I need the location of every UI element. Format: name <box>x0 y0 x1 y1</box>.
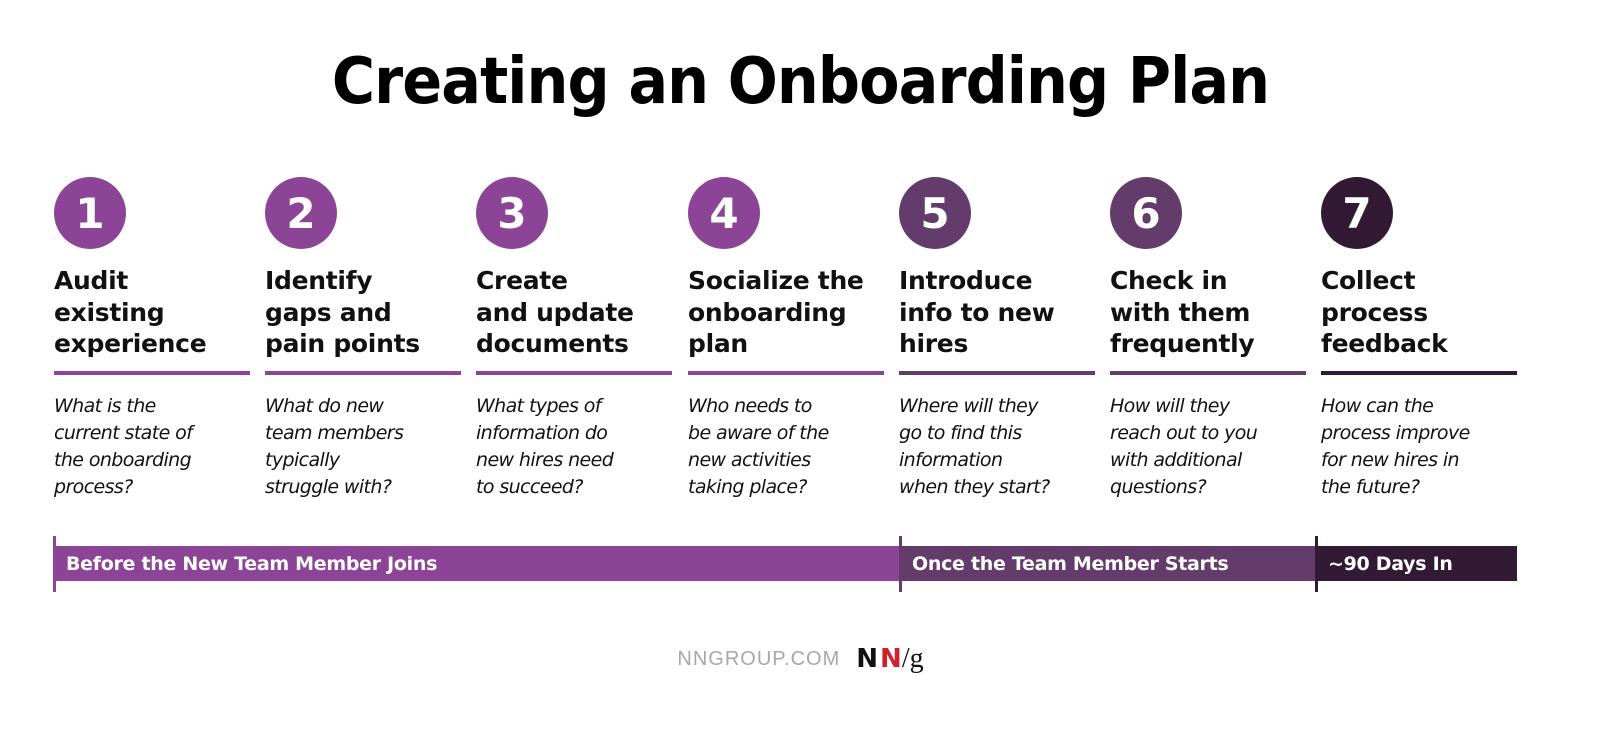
step-number-badge: 7 <box>1321 177 1393 249</box>
step-number-badge: 5 <box>899 177 971 249</box>
step-question: What do new team members typically strug… <box>265 395 404 498</box>
step-7: 7 Collect process feedback How can the p… <box>1321 177 1521 501</box>
step-heading: Socialize the onboarding plan <box>688 266 864 358</box>
footer: NNGROUP.COM N N /g <box>0 643 1601 675</box>
step-heading: Identify gaps and pain points <box>265 266 420 358</box>
step-question: How will they reach out to you with addi… <box>1110 395 1258 498</box>
logo-letter-n: N <box>856 644 879 674</box>
phase-start-tick <box>1315 536 1318 592</box>
phase-start-tick <box>899 536 902 592</box>
step-6: 6 Check in with them frequently How will… <box>1110 177 1310 501</box>
site-url: NNGROUP.COM <box>677 647 841 670</box>
step-4: 4 Socialize the onboarding plan Who need… <box>688 177 888 501</box>
logo-letter-n-red: N <box>880 644 902 674</box>
step-heading: Audit existing experience <box>54 266 207 358</box>
phase-before-joining: Before the New Team Member Joins <box>54 546 902 581</box>
step-question: Where will they go to find this informat… <box>899 395 1050 498</box>
step-divider <box>1110 371 1306 375</box>
step-question: What types of information do new hires n… <box>476 395 614 498</box>
step-divider <box>54 371 250 375</box>
step-number-badge: 1 <box>54 177 126 249</box>
phase-once-started: Once the Team Member Starts <box>900 546 1318 581</box>
step-heading: Collect process feedback <box>1321 266 1448 358</box>
step-heading: Check in with them frequently <box>1110 266 1255 358</box>
step-number-badge: 3 <box>476 177 548 249</box>
step-question: Who needs to be aware of the new activit… <box>688 395 829 498</box>
step-heading: Introduce info to new hires <box>899 266 1055 358</box>
step-number-badge: 6 <box>1110 177 1182 249</box>
page-title: Creating an Onboarding Plan <box>331 45 1270 119</box>
step-number-badge: 4 <box>688 177 760 249</box>
step-number-badge: 2 <box>265 177 337 249</box>
phase-start-tick <box>53 536 56 592</box>
step-3: 3 Create and update documents What types… <box>476 177 676 501</box>
step-divider <box>1321 371 1517 375</box>
step-5: 5 Introduce info to new hires Where will… <box>899 177 1099 501</box>
nng-logo: N N /g <box>856 643 923 675</box>
step-1: 1 Audit existing experience What is the … <box>54 177 254 501</box>
step-2: 2 Identify gaps and pain points What do … <box>265 177 465 501</box>
step-divider <box>688 371 884 375</box>
step-question: What is the current state of the onboard… <box>54 395 193 498</box>
step-heading: Create and update documents <box>476 266 634 358</box>
phase-90-days: ~90 Days In <box>1316 546 1517 581</box>
logo-slash-g: /g <box>901 643 924 674</box>
step-divider <box>476 371 672 375</box>
step-divider <box>899 371 1095 375</box>
step-question: How can the process improve for new hire… <box>1321 395 1470 498</box>
step-divider <box>265 371 461 375</box>
